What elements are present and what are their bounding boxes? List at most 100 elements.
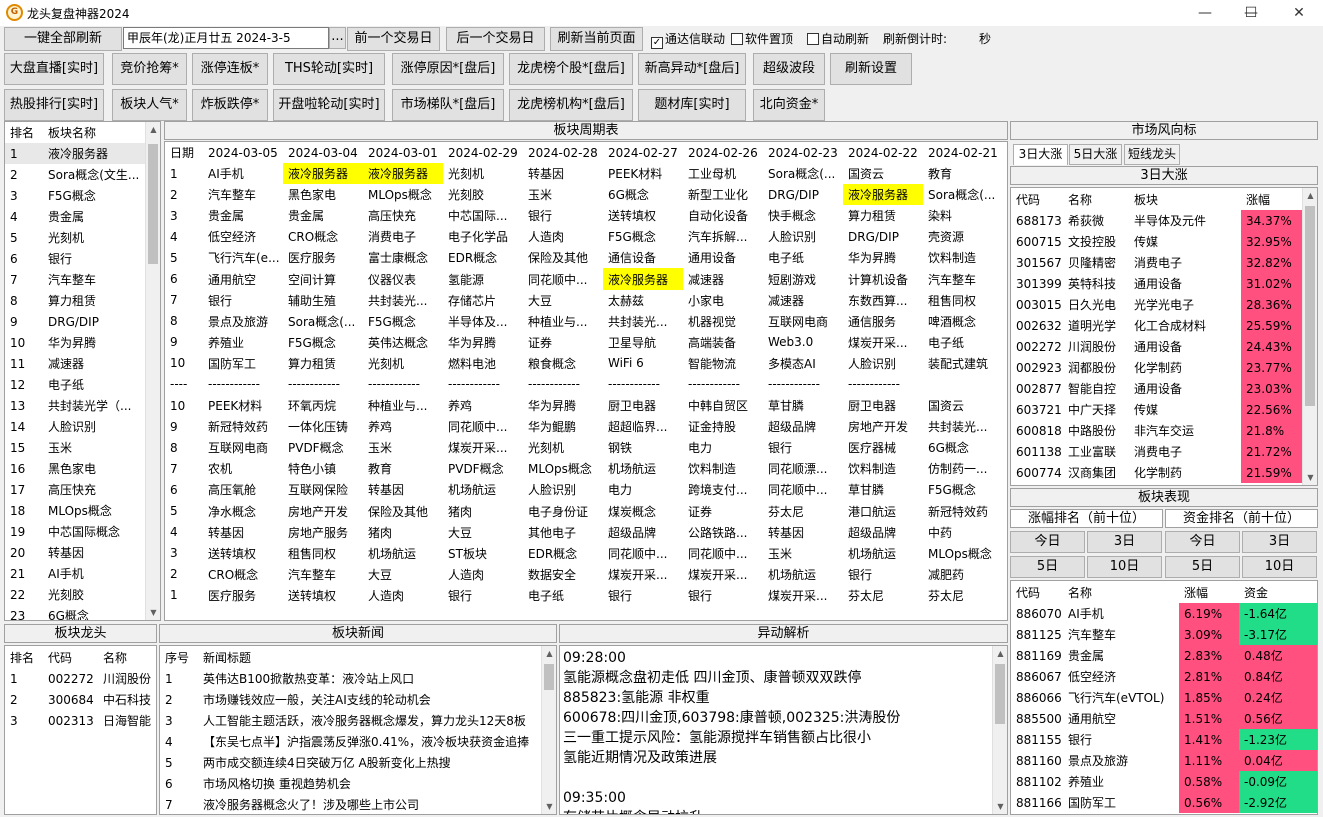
- table-cell[interactable]: 消费电子: [363, 226, 443, 247]
- table-row[interactable]: 2 Sora概念(文生...: [5, 164, 147, 185]
- period-button[interactable]: 10日: [1087, 556, 1162, 578]
- table-cell[interactable]: 辅助生殖: [283, 290, 363, 311]
- table-cell[interactable]: 煤炭开采...: [603, 564, 683, 585]
- table-cell[interactable]: 超超临界...: [603, 416, 683, 437]
- sector-list-scrollbar[interactable]: ▲ ▼: [145, 122, 160, 620]
- table-cell[interactable]: 新型工业化: [683, 184, 763, 205]
- table-cell[interactable]: 仿制药一...: [923, 458, 1007, 479]
- scroll-down-icon[interactable]: ▼: [1303, 470, 1317, 485]
- table-row[interactable]: 2 300684 中石科技: [5, 689, 156, 710]
- table-row[interactable]: 881125 汽车整车 3.09% -3.17亿: [1011, 624, 1317, 645]
- refresh-all-button[interactable]: 一键全部刷新: [4, 27, 122, 51]
- scroll-thumb[interactable]: [544, 664, 554, 690]
- table-cell[interactable]: 饮料制造: [683, 458, 763, 479]
- table-cell[interactable]: 计算机设备: [843, 268, 923, 289]
- table-cell[interactable]: 减速器: [683, 268, 763, 289]
- table-cell[interactable]: 华为鲲鹏: [523, 416, 603, 437]
- table-cell[interactable]: Sora概念(...: [283, 311, 363, 332]
- table-row[interactable]: 601138 工业富联 消费电子 21.72%: [1011, 441, 1303, 462]
- table-cell[interactable]: 转基因: [203, 522, 283, 543]
- table-cell[interactable]: 燃料电池: [443, 353, 523, 374]
- table-row[interactable]: 002877 智能自控 通用设备 23.03%: [1011, 378, 1303, 399]
- table-cell[interactable]: 银行: [443, 585, 523, 606]
- table-cell[interactable]: 银行: [603, 585, 683, 606]
- period-button[interactable]: 今日: [1010, 531, 1085, 553]
- period-button[interactable]: 3日: [1242, 531, 1317, 553]
- table-cell[interactable]: 芬太尼: [763, 501, 843, 522]
- table-cell[interactable]: 光刻机: [363, 353, 443, 374]
- table-cell[interactable]: 同花顺中...: [523, 268, 603, 289]
- table-row[interactable]: 603721 中广天择 传媒 22.56%: [1011, 399, 1303, 420]
- table-row[interactable]: 6 银行: [5, 248, 147, 269]
- table-cell[interactable]: 大豆: [443, 522, 523, 543]
- nav-button[interactable]: 热股排行[实时]: [4, 89, 104, 121]
- date-picker-button[interactable]: ...: [329, 27, 346, 49]
- table-cell[interactable]: 电力: [683, 437, 763, 458]
- table-cell[interactable]: 空间计算: [283, 268, 363, 289]
- maximize-icon-visible[interactable]: ☐: [1228, 0, 1274, 26]
- table-cell[interactable]: ------------: [603, 374, 683, 395]
- period-button[interactable]: 10日: [1242, 556, 1317, 578]
- table-cell[interactable]: 猪肉: [443, 501, 523, 522]
- table-cell[interactable]: 液冷服务器: [603, 268, 683, 290]
- table-cell[interactable]: 6: [165, 479, 203, 500]
- refresh-page-button[interactable]: 刷新当前页面: [550, 27, 643, 51]
- table-cell[interactable]: 养鸡: [443, 395, 523, 416]
- table-cell[interactable]: 种植业与...: [363, 395, 443, 416]
- table-row[interactable]: 003015 日久光电 光学光电子 28.36%: [1011, 294, 1303, 315]
- nav-button[interactable]: 题材库[实时]: [638, 89, 746, 121]
- table-row[interactable]: 002923 润都股份 化学制药 23.77%: [1011, 357, 1303, 378]
- table-cell[interactable]: 转基因: [523, 163, 603, 184]
- table-cell[interactable]: 汽车整车: [203, 184, 283, 205]
- table-cell[interactable]: 跨境支付...: [683, 479, 763, 500]
- table-cell[interactable]: 机场航运: [443, 479, 523, 500]
- table-cell[interactable]: 保险及其他: [363, 501, 443, 522]
- table-row[interactable]: 19 中芯国际概念: [5, 521, 147, 542]
- table-cell[interactable]: 医疗服务: [283, 247, 363, 268]
- table-cell[interactable]: ------------: [843, 374, 923, 395]
- table-cell[interactable]: WiFi 6: [603, 353, 683, 374]
- table-cell[interactable]: 港口航运: [843, 501, 923, 522]
- table-cell[interactable]: 通用设备: [683, 247, 763, 268]
- table-row[interactable]: 7 汽车整车: [5, 269, 147, 290]
- table-row[interactable]: 12 电子纸: [5, 374, 147, 395]
- table-cell[interactable]: 2: [165, 564, 203, 585]
- nav-button[interactable]: 新高异动*[盘后]: [638, 53, 746, 85]
- table-cell[interactable]: 东数西算...: [843, 290, 923, 311]
- table-cell[interactable]: 超级品牌: [843, 522, 923, 543]
- table-cell[interactable]: Sora概念(...: [763, 163, 843, 184]
- table-cell[interactable]: 算力租赁: [843, 205, 923, 226]
- table-row[interactable]: 886067 低空经济 2.81% 0.84亿: [1011, 666, 1317, 687]
- table-cell[interactable]: 通用航空: [203, 268, 283, 289]
- table-cell[interactable]: 电子身份证: [523, 501, 603, 522]
- table-cell[interactable]: 染料: [923, 205, 1007, 226]
- table-cell[interactable]: 6: [165, 268, 203, 289]
- table-cell[interactable]: DRG/DIP: [843, 226, 923, 247]
- table-cell[interactable]: 光刻胶: [443, 184, 523, 205]
- scroll-thumb[interactable]: [148, 144, 158, 264]
- table-cell[interactable]: 中药: [923, 522, 1007, 543]
- table-cell[interactable]: 玉米: [363, 437, 443, 458]
- table-cell[interactable]: 人脸识别: [843, 353, 923, 374]
- scroll-down-icon[interactable]: ▼: [542, 799, 556, 814]
- table-row[interactable]: 881155 银行 1.41% -1.23亿: [1011, 729, 1317, 750]
- close-icon[interactable]: ✕: [1276, 0, 1322, 26]
- table-cell[interactable]: 6G概念: [603, 184, 683, 205]
- table-row[interactable]: 886066 飞行汽车(eVTOL) 1.85% 0.24亿: [1011, 687, 1317, 708]
- table-cell[interactable]: Web3.0: [763, 332, 843, 353]
- table-row[interactable]: 881102 养殖业 0.58% -0.09亿: [1011, 771, 1317, 792]
- table-row[interactable]: 15 玉米: [5, 437, 147, 458]
- table-cell[interactable]: 证券: [523, 332, 603, 353]
- table-row[interactable]: 881166 国防军工 0.56% -2.92亿: [1011, 792, 1317, 813]
- table-cell[interactable]: 1: [165, 163, 203, 184]
- market-wind-scrollbar[interactable]: ▲ ▼: [1302, 188, 1317, 485]
- table-row[interactable]: 600818 中路股份 非汽车交运 21.8%: [1011, 420, 1303, 441]
- table-cell[interactable]: 公路铁路...: [683, 522, 763, 543]
- table-cell[interactable]: 7: [165, 458, 203, 479]
- table-cell[interactable]: 房地产服务: [283, 522, 363, 543]
- table-cell[interactable]: F5G概念: [363, 311, 443, 332]
- period-button[interactable]: 3日: [1087, 531, 1162, 553]
- scroll-down-icon[interactable]: ▼: [993, 799, 1007, 814]
- table-row[interactable]: 1 液冷服务器: [5, 143, 147, 164]
- table-cell[interactable]: 超级品牌: [603, 522, 683, 543]
